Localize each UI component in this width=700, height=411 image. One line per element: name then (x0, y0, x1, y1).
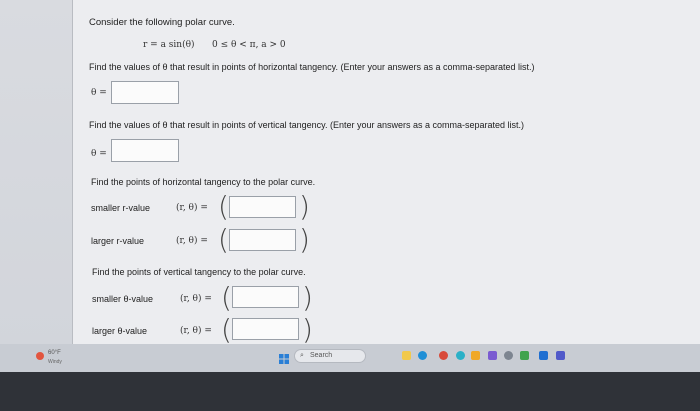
q4-row1-label: smaller θ-value (92, 294, 154, 304)
q4-row2-label: larger θ-value (92, 326, 148, 336)
q1-prompt: Find the values of θ that result in poin… (89, 62, 535, 72)
weather-temp: 60°F (48, 350, 61, 356)
search-icon: ⌕ (300, 352, 304, 359)
taskbar-search[interactable]: ⌕ Search (294, 349, 366, 363)
q2-theta-label: θ = (91, 149, 107, 159)
domain-condition: 0 ≤ θ < π, a > 0 (212, 40, 286, 50)
weather-desc: Windy (48, 359, 62, 365)
photos-icon[interactable] (488, 351, 497, 360)
open-paren-icon: ( (218, 223, 229, 256)
q3-row2-label: larger r-value (91, 236, 145, 246)
monitor-bezel (0, 372, 700, 411)
q2-answer-input[interactable] (111, 139, 179, 162)
q2-prompt: Find the values of θ that result in poin… (89, 120, 525, 130)
q3-larger-r-input[interactable] (229, 229, 296, 251)
open-paren-icon: ( (221, 281, 232, 314)
q3-row1-eq: (r, θ) = (176, 203, 208, 213)
weather-icon (36, 352, 44, 360)
q3-row2-eq: (r, θ) = (176, 236, 208, 246)
q3-prompt: Find the points of horizontal tangency t… (91, 177, 316, 187)
search-label: Search (310, 352, 333, 359)
windows-icon (279, 354, 289, 364)
settings-icon[interactable] (504, 351, 513, 360)
weather-widget[interactable]: 60°F Windy (36, 350, 86, 370)
close-paren-icon: ) (299, 190, 310, 223)
q4-larger-theta-input[interactable] (232, 318, 299, 340)
q1-answer-input[interactable] (111, 81, 179, 104)
phone-link-icon[interactable] (520, 351, 529, 360)
chrome-icon[interactable] (439, 351, 448, 360)
app-icon[interactable] (456, 351, 465, 360)
file-explorer-icon[interactable] (402, 351, 411, 360)
q4-smaller-theta-input[interactable] (232, 286, 299, 308)
close-paren-icon: ) (302, 281, 313, 314)
q4-prompt: Find the points of vertical tangency to … (92, 267, 306, 277)
close-paren-icon: ) (302, 313, 313, 346)
mail-icon[interactable] (539, 351, 548, 360)
store-icon[interactable] (471, 351, 480, 360)
q3-smaller-r-input[interactable] (229, 196, 296, 218)
polar-equation: r = a sin(θ) (143, 40, 195, 50)
edge-icon[interactable] (418, 351, 427, 360)
q4-row2-eq: (r, θ) = (180, 326, 212, 336)
open-paren-icon: ( (221, 313, 232, 346)
assignment-page (72, 0, 700, 344)
problem-intro: Consider the following polar curve. (89, 17, 235, 28)
q4-row1-eq: (r, θ) = (180, 294, 212, 304)
q1-theta-label: θ = (91, 88, 107, 98)
open-paren-icon: ( (218, 190, 229, 223)
close-paren-icon: ) (299, 223, 310, 256)
start-button[interactable] (279, 351, 289, 364)
teams-icon[interactable] (556, 351, 565, 360)
q3-row1-label: smaller r-value (91, 203, 151, 213)
